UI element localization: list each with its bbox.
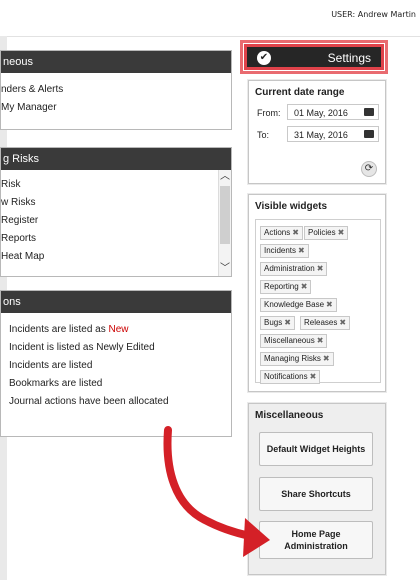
calendar-icon[interactable] xyxy=(364,130,374,138)
new-label: New xyxy=(108,324,129,335)
remove-icon[interactable]: ✖ xyxy=(339,318,346,327)
check-circle-icon: ✔ xyxy=(257,51,271,65)
register-link[interactable]: Register xyxy=(1,212,231,230)
share-shortcuts-button[interactable]: Share Shortcuts xyxy=(259,477,373,511)
tag-policies[interactable]: Policies ✖ xyxy=(304,226,349,240)
tag-notifications[interactable]: Notifications ✖ xyxy=(260,370,321,384)
visible-widgets-box: Visible widgets Actions ✖ Policies ✖ Incid… xyxy=(248,194,386,392)
tag-knowledge-base[interactable]: Knowledge Base ✖ xyxy=(260,298,337,312)
miscellaneous-panel: neous nders & Alerts My Manager xyxy=(0,50,232,130)
tag-managing-risks[interactable]: Managing Risks ✖ xyxy=(260,352,334,366)
list-item: Incidents are listed as New xyxy=(9,324,129,335)
scroll-down-icon[interactable]: ﹀ xyxy=(219,262,231,276)
tag-miscellaneous[interactable]: Miscellaneous ✖ xyxy=(260,334,328,348)
settings-label: Settings xyxy=(327,51,371,65)
user-label: USER: Andrew Martin xyxy=(331,10,416,19)
my-manager-link[interactable]: My Manager xyxy=(1,99,231,117)
tag-releases[interactable]: Releases ✖ xyxy=(300,316,351,330)
tag-reporting[interactable]: Reporting ✖ xyxy=(260,280,312,294)
list-item: Journal actions have been allocated xyxy=(9,396,169,407)
date-range-title: Current date range xyxy=(255,87,345,98)
remove-icon[interactable]: ✖ xyxy=(323,354,330,363)
remove-icon[interactable]: ✖ xyxy=(292,228,299,237)
miscellaneous-box: Miscellaneous Default Widget Heights Sha… xyxy=(248,403,386,575)
new-risks-link[interactable]: w Risks xyxy=(1,194,231,212)
list-item: Bookmarks are listed xyxy=(9,378,103,389)
notifications-panel: ons Incidents are listed as New Incident… xyxy=(0,290,232,437)
remove-icon[interactable]: ✖ xyxy=(338,228,345,237)
remove-icon[interactable]: ✖ xyxy=(326,300,333,309)
refresh-icon[interactable]: ⟳ xyxy=(361,161,377,177)
remove-icon[interactable]: ✖ xyxy=(298,246,305,255)
managing-risks-panel: g Risks Risk w Risks Register Reports He… xyxy=(0,147,232,277)
tag-administration[interactable]: Administration ✖ xyxy=(260,262,328,276)
heat-map-link[interactable]: Heat Map xyxy=(1,248,231,266)
panel-scrollbar[interactable]: ︿ ﹀ xyxy=(218,170,231,276)
calendar-icon[interactable] xyxy=(364,108,374,116)
tag-actions[interactable]: Actions ✖ xyxy=(260,226,303,240)
to-date-field[interactable]: 31 May, 2016 xyxy=(287,126,379,142)
default-widget-heights-button[interactable]: Default Widget Heights xyxy=(259,432,373,466)
tag-bugs[interactable]: Bugs ✖ xyxy=(260,316,295,330)
remove-icon[interactable]: ✖ xyxy=(317,264,324,273)
settings-button[interactable]: ✔ Settings xyxy=(240,40,388,74)
panel-title: ons xyxy=(1,291,231,313)
scroll-thumb[interactable] xyxy=(220,186,230,244)
date-range-box: Current date range From: 01 May, 2016 To… xyxy=(248,80,386,184)
remove-icon[interactable]: ✖ xyxy=(301,282,308,291)
visible-widgets-title: Visible widgets xyxy=(255,201,328,212)
home-page-administration-button[interactable]: Home Page Administration xyxy=(259,521,373,559)
tag-incidents[interactable]: Incidents ✖ xyxy=(260,244,309,258)
list-item: Incidents are listed xyxy=(9,360,93,371)
widget-tag-list: Actions ✖ Policies ✖ Incidents ✖ Administra… xyxy=(255,219,381,384)
to-label: To: xyxy=(257,130,270,140)
top-bar: USER: Andrew Martin xyxy=(0,0,420,37)
risk-link[interactable]: Risk xyxy=(1,176,231,194)
scroll-up-icon[interactable]: ︿ xyxy=(219,170,231,184)
reminders-alerts-link[interactable]: nders & Alerts xyxy=(1,81,231,99)
miscellaneous-title: Miscellaneous xyxy=(255,410,324,421)
list-item: Incident is listed as Newly Edited xyxy=(9,342,155,353)
from-date-field[interactable]: 01 May, 2016 xyxy=(287,104,379,120)
reports-link[interactable]: Reports xyxy=(1,230,231,248)
panel-title: neous xyxy=(1,51,231,73)
remove-icon[interactable]: ✖ xyxy=(317,336,324,345)
panel-title: g Risks xyxy=(1,148,231,170)
remove-icon[interactable]: ✖ xyxy=(284,318,291,327)
remove-icon[interactable]: ✖ xyxy=(310,372,317,381)
from-label: From: xyxy=(257,108,281,118)
